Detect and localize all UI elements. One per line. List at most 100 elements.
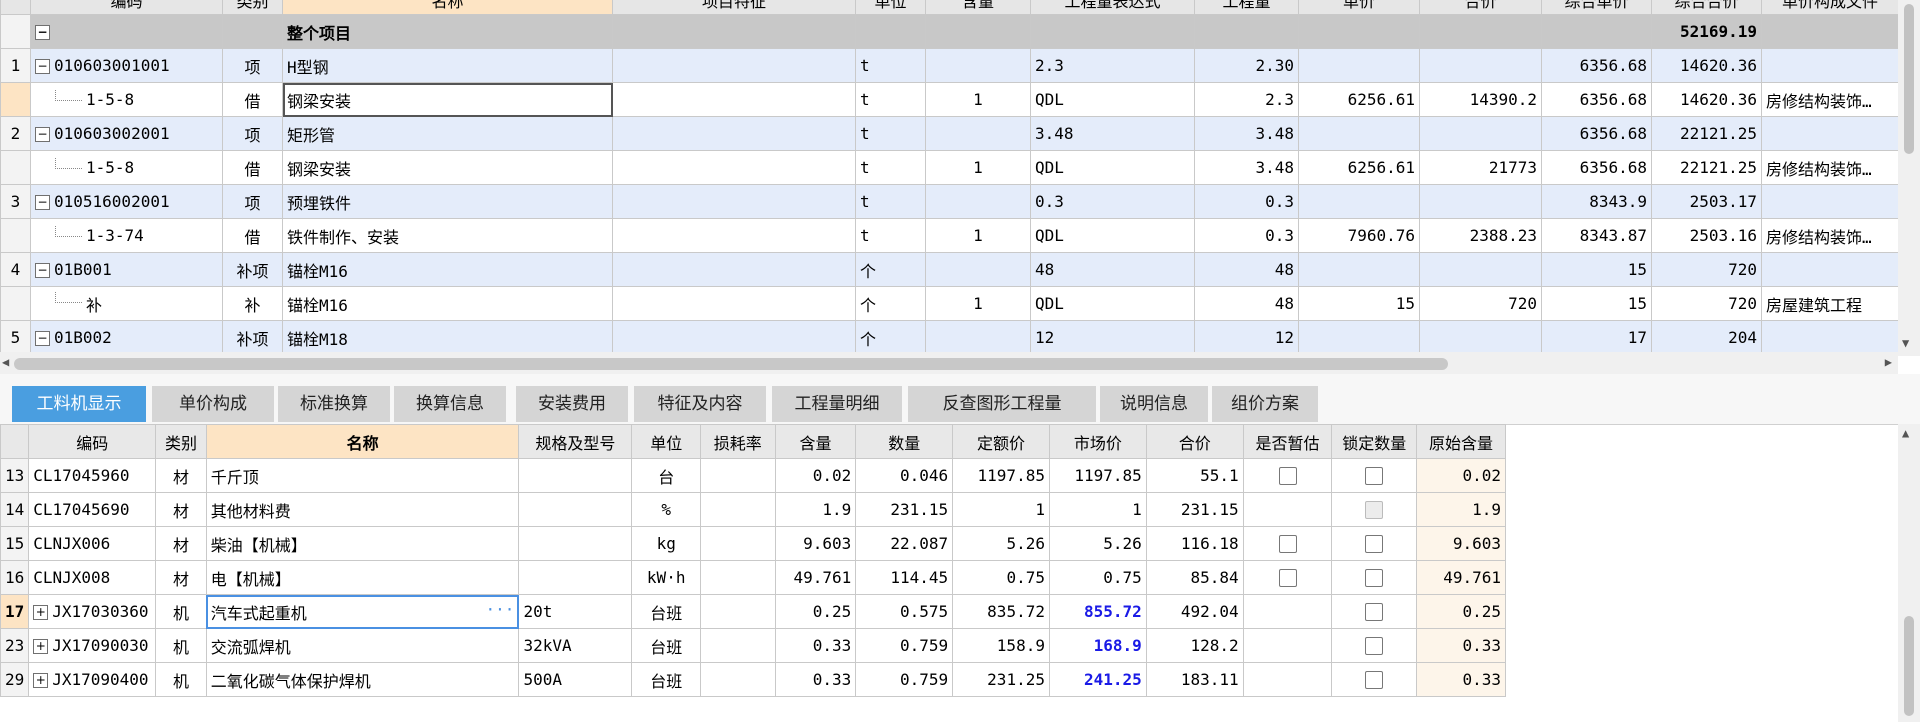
code-cell[interactable]: + JX17090400	[28, 662, 157, 697]
scroll-right-arrow-icon[interactable]: ▶	[1885, 355, 1892, 369]
file-cell[interactable]	[1761, 48, 1899, 83]
price-cell[interactable]	[1298, 116, 1420, 151]
quota-price-cell[interactable]: 5.26	[952, 526, 1050, 561]
lock-checkbox[interactable]	[1365, 467, 1384, 486]
code-cell[interactable]: CL17045690	[28, 492, 157, 527]
unit-total-cell[interactable]: 17	[1541, 320, 1652, 355]
spec-cell[interactable]	[518, 560, 633, 595]
content-cell[interactable]: 0.25	[774, 594, 857, 629]
file-cell[interactable]: 房修结构装饰…	[1761, 150, 1899, 185]
qty-cell[interactable]: 0.3	[1194, 184, 1299, 219]
content-cell[interactable]	[925, 48, 1031, 83]
file-cell[interactable]: 房修结构装饰…	[1761, 82, 1899, 117]
quota-price-cell[interactable]: 835.72	[952, 594, 1050, 629]
scroll-left-arrow-icon[interactable]: ◀	[2, 355, 9, 369]
lower-header-cell[interactable]: 规格及型号	[518, 424, 633, 459]
quantity-cell[interactable]: 0.759	[855, 662, 954, 697]
code-cell[interactable]: −01B002	[30, 320, 223, 355]
market-price-cell[interactable]: 168.9	[1048, 628, 1147, 663]
original-content-cell[interactable]: 0.33	[1416, 628, 1506, 663]
loss-rate-cell[interactable]	[699, 594, 776, 629]
qty-cell[interactable]: 48	[1194, 252, 1299, 287]
lower-header-cell[interactable]: 类别	[155, 424, 207, 459]
expand-icon[interactable]: +	[33, 639, 49, 654]
quota-price-cell[interactable]: 0.75	[952, 560, 1050, 595]
content-cell[interactable]: 1	[925, 82, 1031, 117]
original-content-cell[interactable]: 0.25	[1416, 594, 1506, 629]
spec-cell[interactable]: 500A	[518, 662, 633, 697]
type-cell[interactable]: 材	[155, 458, 207, 493]
estimate-checkbox[interactable]	[1278, 535, 1297, 554]
upper-scroll-thumb[interactable]	[1904, 4, 1914, 154]
lower-header-cell[interactable]: 数量	[855, 424, 954, 459]
total-price-cell[interactable]: 116.18	[1145, 526, 1244, 561]
total-cell[interactable]: 2503.17	[1651, 184, 1762, 219]
type-cell[interactable]: 补项	[222, 320, 283, 355]
expand-icon[interactable]: +	[33, 673, 49, 688]
unit-cell[interactable]: 台班	[631, 662, 701, 697]
content-cell[interactable]: 0.02	[774, 458, 857, 493]
original-content-cell[interactable]: 9.603	[1416, 526, 1506, 561]
bill-item-row[interactable]: 5−01B002 补项 锚栓M18 个 12 12 17 204	[0, 320, 1899, 355]
content-cell[interactable]	[925, 252, 1031, 287]
resource-row[interactable]: 13 CL17045960 材千斤顶台 0.02 0.046 1197.85 1197.85…	[0, 458, 1506, 493]
unit-cell[interactable]: t	[855, 184, 926, 219]
name-cell[interactable]: 钢梁安装	[282, 82, 613, 117]
lower-header-cell[interactable]: 编码	[28, 424, 157, 459]
name-cell[interactable]: H型钢	[282, 48, 613, 83]
unit-cell[interactable]: 个	[855, 286, 926, 321]
horizontal-scrollbar[interactable]: ◀ ▶	[0, 352, 1898, 374]
lock-quantity-cell[interactable]	[1331, 594, 1418, 629]
price-cell[interactable]: 6256.61	[1298, 82, 1420, 117]
type-cell[interactable]: 借	[222, 82, 283, 117]
content-cell[interactable]: 1	[925, 218, 1031, 253]
tab-9[interactable]: 说明信息	[1100, 386, 1208, 422]
code-cell[interactable]: + JX17030360	[28, 594, 157, 629]
original-content-cell[interactable]: 49.761	[1416, 560, 1506, 595]
quota-price-cell[interactable]: 158.9	[952, 628, 1050, 663]
lower-header-cell[interactable]: 名称	[205, 424, 520, 459]
feature-cell[interactable]	[612, 218, 856, 253]
code-cell[interactable]: −010603002001	[30, 116, 223, 151]
upper-header-cell[interactable]: 单价	[1298, 0, 1420, 15]
feature-cell[interactable]	[612, 184, 856, 219]
amount-cell[interactable]	[1419, 48, 1542, 83]
tab-8[interactable]: 反查图形工程量	[908, 386, 1096, 422]
price-cell[interactable]	[1298, 184, 1420, 219]
expr-cell[interactable]: QDL	[1030, 82, 1195, 117]
file-cell[interactable]	[1761, 252, 1899, 287]
feature-cell[interactable]	[612, 48, 856, 83]
expr-cell[interactable]: QDL	[1030, 218, 1195, 253]
expr-cell[interactable]: QDL	[1030, 150, 1195, 185]
tab-5[interactable]: 安装费用	[516, 386, 628, 422]
tab-1[interactable]: 工料机显示	[12, 386, 146, 422]
unit-cell[interactable]: t	[855, 150, 926, 185]
type-cell[interactable]: 机	[155, 594, 207, 629]
resource-row[interactable]: 23 + JX17090030 机交流弧焊机 32kVA 台班 0.33 0.759 158.9…	[0, 628, 1506, 663]
type-cell[interactable]: 材	[155, 492, 207, 527]
price-cell[interactable]: 7960.76	[1298, 218, 1420, 253]
price-cell[interactable]	[1298, 320, 1420, 355]
horizontal-scroll-thumb[interactable]	[14, 358, 1448, 370]
code-cell[interactable]: 补	[30, 286, 223, 321]
quantity-cell[interactable]: 114.45	[855, 560, 954, 595]
lower-scroll-thumb[interactable]	[1904, 616, 1914, 716]
content-cell[interactable]: 9.603	[774, 526, 857, 561]
lock-checkbox[interactable]	[1365, 603, 1384, 622]
collapse-icon[interactable]: −	[35, 127, 50, 142]
lower-header-cell[interactable]: 含量	[774, 424, 857, 459]
expr-cell[interactable]: 3.48	[1030, 116, 1195, 151]
original-content-cell[interactable]: 0.33	[1416, 662, 1506, 697]
upper-header-cell[interactable]: 编码	[30, 0, 223, 15]
name-cell[interactable]: 预埋铁件	[282, 184, 613, 219]
unit-total-cell[interactable]: 15	[1541, 252, 1652, 287]
code-cell[interactable]: −010516002001	[30, 184, 223, 219]
is-estimate-cell[interactable]	[1242, 560, 1333, 595]
name-cell[interactable]: 交流弧焊机	[205, 628, 520, 663]
file-cell[interactable]	[1761, 184, 1899, 219]
feature-cell[interactable]	[612, 320, 856, 355]
lock-checkbox[interactable]	[1365, 569, 1384, 588]
unit-cell[interactable]: 个	[855, 320, 926, 355]
amount-cell[interactable]	[1419, 252, 1542, 287]
name-cell[interactable]: 锚栓M18	[282, 320, 613, 355]
